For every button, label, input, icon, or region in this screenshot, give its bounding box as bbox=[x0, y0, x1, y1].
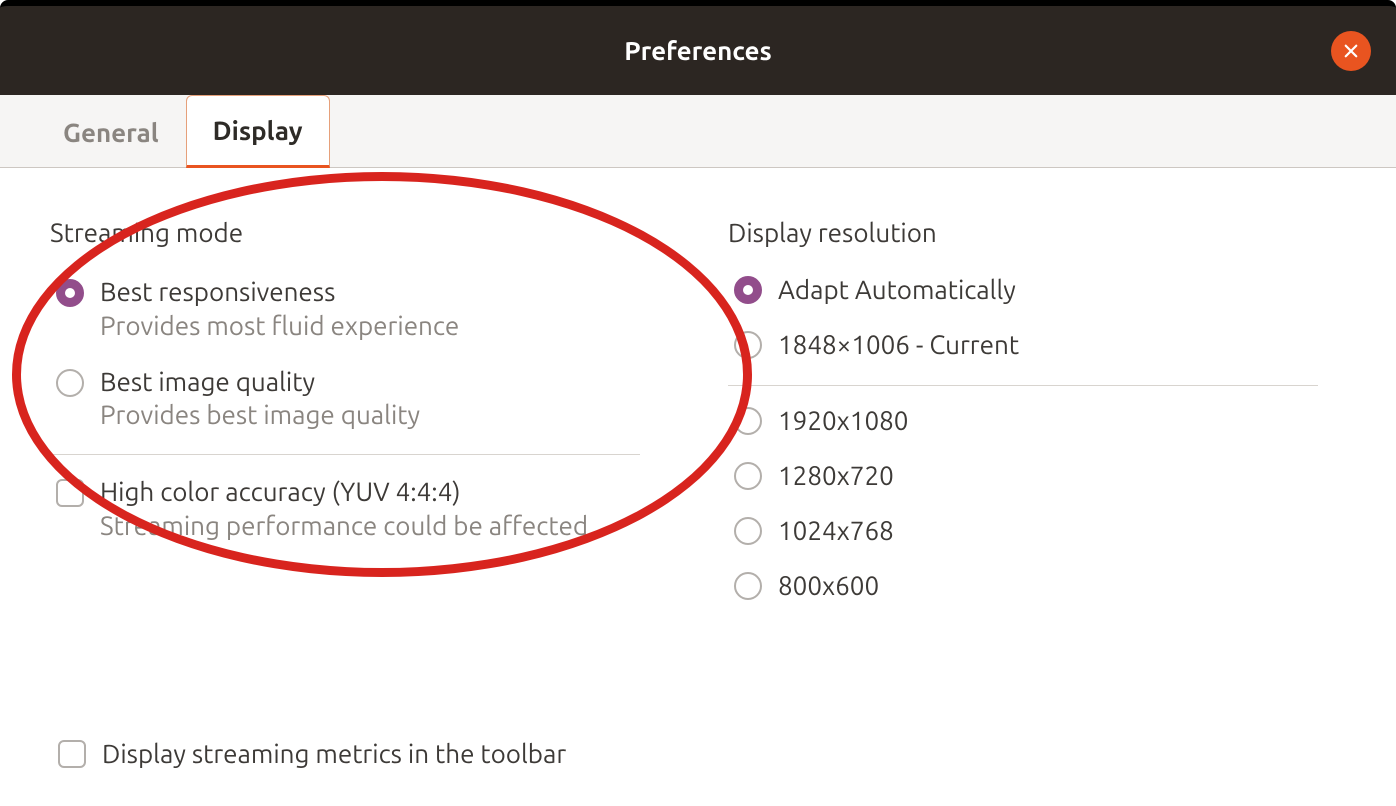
separator bbox=[728, 385, 1318, 386]
best-image-quality-desc: Provides best image quality bbox=[100, 398, 420, 432]
resolution-1920-label: 1920x1080 bbox=[778, 406, 908, 435]
radio-resolution-current[interactable] bbox=[734, 331, 762, 359]
option-resolution-1024[interactable]: 1024x768 bbox=[728, 516, 1346, 545]
best-image-quality-label: Best image quality bbox=[100, 365, 420, 399]
option-resolution-1280[interactable]: 1280x720 bbox=[728, 461, 1346, 490]
resolution-1024-label: 1024x768 bbox=[778, 516, 894, 545]
content-area: Streaming mode Best responsiveness Provi… bbox=[0, 168, 1396, 626]
checkbox-high-color-accuracy[interactable] bbox=[56, 479, 84, 507]
high-color-label: High color accuracy (YUV 4:4:4) bbox=[100, 475, 588, 509]
window-title: Preferences bbox=[624, 36, 772, 65]
close-icon bbox=[1342, 42, 1360, 60]
option-resolution-1920[interactable]: 1920x1080 bbox=[728, 406, 1346, 435]
best-responsiveness-desc: Provides most fluid experience bbox=[100, 309, 459, 343]
streaming-mode-title: Streaming mode bbox=[50, 218, 668, 247]
option-text: Best responsiveness Provides most fluid … bbox=[100, 275, 459, 343]
radio-resolution-1920[interactable] bbox=[734, 407, 762, 435]
display-metrics-label: Display streaming metrics in the toolbar bbox=[102, 739, 566, 768]
option-text: High color accuracy (YUV 4:4:4) Streamin… bbox=[100, 475, 588, 543]
tab-bar: General Display bbox=[0, 95, 1396, 168]
radio-resolution-1280[interactable] bbox=[734, 462, 762, 490]
streaming-mode-section: Streaming mode Best responsiveness Provi… bbox=[50, 218, 728, 626]
radio-best-responsiveness[interactable] bbox=[56, 279, 84, 307]
tab-general[interactable]: General bbox=[36, 95, 186, 168]
option-display-metrics[interactable]: Display streaming metrics in the toolbar bbox=[58, 739, 566, 768]
radio-resolution-1024[interactable] bbox=[734, 517, 762, 545]
radio-best-image-quality[interactable] bbox=[56, 369, 84, 397]
display-resolution-section: Display resolution Adapt Automatically 1… bbox=[728, 218, 1346, 626]
radio-resolution-800[interactable] bbox=[734, 572, 762, 600]
resolution-1280-label: 1280x720 bbox=[778, 461, 894, 490]
tab-display[interactable]: Display bbox=[186, 95, 330, 168]
option-best-image-quality[interactable]: Best image quality Provides best image q… bbox=[50, 365, 668, 433]
radio-adapt-automatically[interactable] bbox=[734, 276, 762, 304]
best-responsiveness-label: Best responsiveness bbox=[100, 275, 459, 309]
option-high-color-accuracy[interactable]: High color accuracy (YUV 4:4:4) Streamin… bbox=[50, 475, 668, 543]
adapt-automatically-label: Adapt Automatically bbox=[778, 275, 1016, 304]
resolution-current-label: 1848×1006 - Current bbox=[778, 330, 1019, 359]
checkbox-display-metrics[interactable] bbox=[58, 740, 86, 768]
close-button[interactable] bbox=[1331, 31, 1371, 71]
high-color-desc: Streaming performance could be affected bbox=[100, 509, 588, 543]
option-text: Best image quality Provides best image q… bbox=[100, 365, 420, 433]
option-resolution-current[interactable]: 1848×1006 - Current bbox=[728, 330, 1346, 359]
titlebar: Preferences bbox=[0, 0, 1396, 95]
option-best-responsiveness[interactable]: Best responsiveness Provides most fluid … bbox=[50, 275, 668, 343]
option-adapt-automatically[interactable]: Adapt Automatically bbox=[728, 275, 1346, 304]
display-resolution-title: Display resolution bbox=[728, 218, 1346, 247]
separator bbox=[50, 454, 640, 455]
resolution-800-label: 800x600 bbox=[778, 571, 879, 600]
option-resolution-800[interactable]: 800x600 bbox=[728, 571, 1346, 600]
